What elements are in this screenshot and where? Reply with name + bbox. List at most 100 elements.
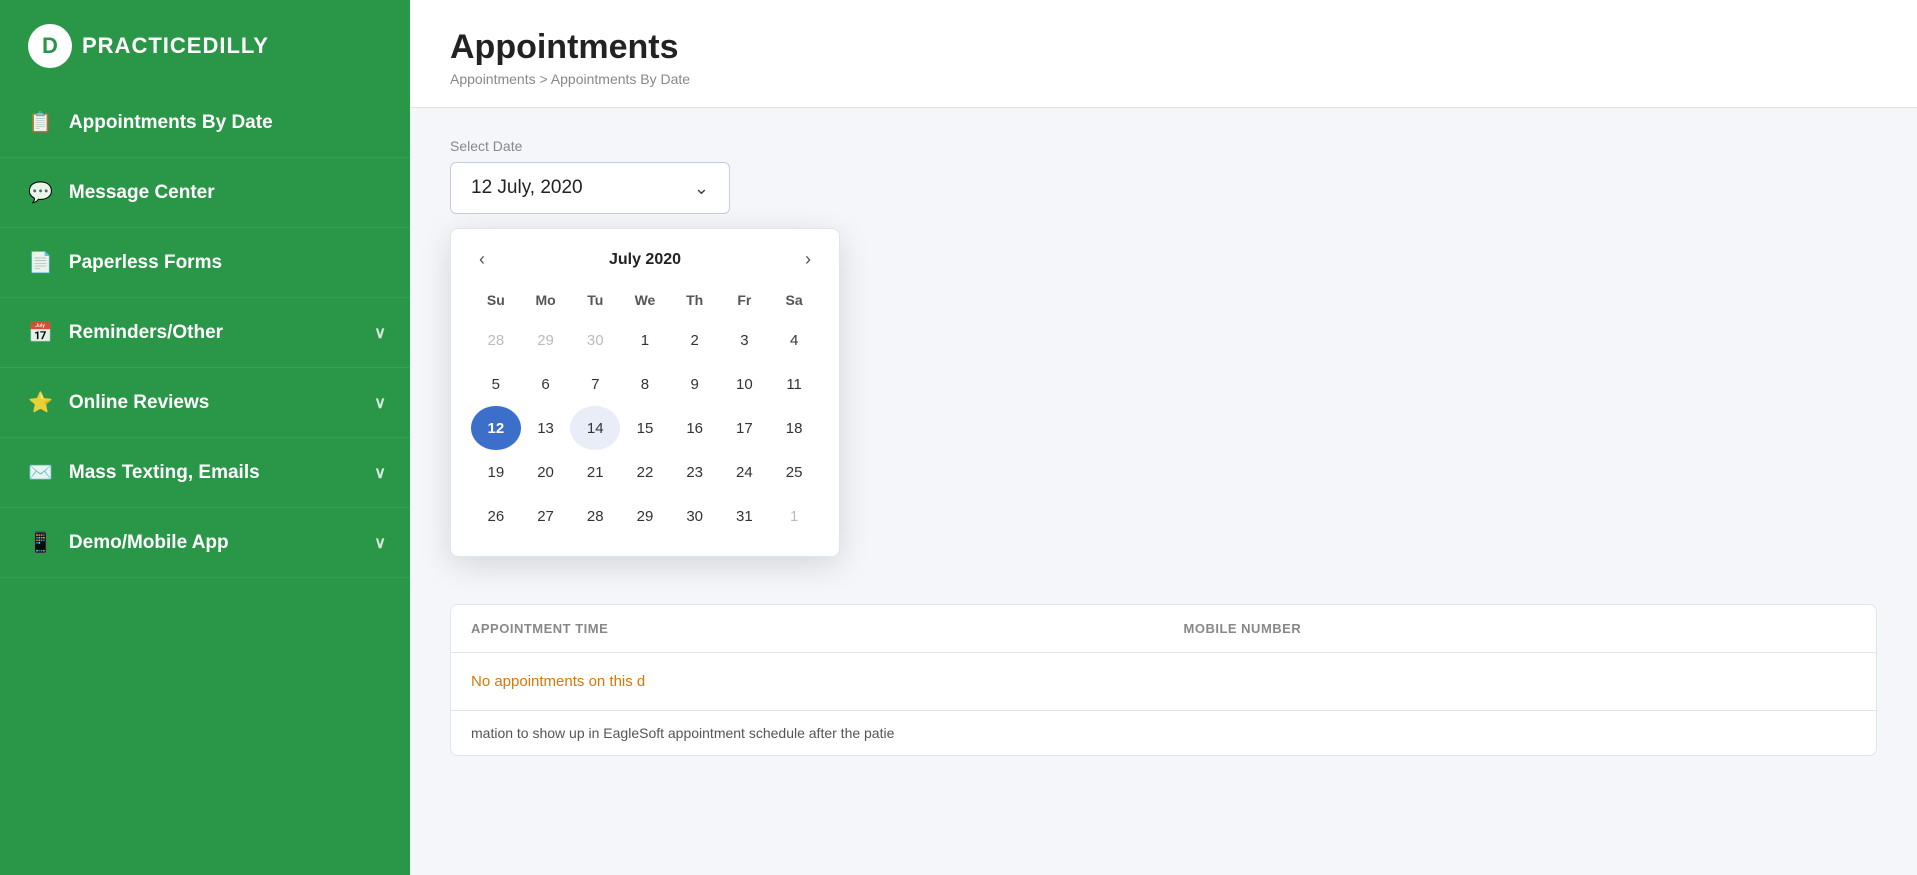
calendar-day[interactable]: 4 [769,318,819,362]
col-header-appointment-time: APPOINTMENT TIME [451,605,1164,652]
weekday-fr: Fr [720,286,770,318]
calendar-week-4: 2627282930311 [471,494,819,538]
mass-texting-emails-label: Mass Texting, Emails [69,462,260,484]
weekday-th: Th [670,286,720,318]
calendar-day[interactable]: 5 [471,362,521,406]
reminders-other-chevron-icon: ∨ [374,323,386,343]
main-header: Appointments Appointments > Appointments… [410,0,1917,108]
sidebar-nav: 📋 Appointments By Date 💬 Message Center 📄 Pap… [0,88,410,578]
sidebar-item-demo-mobile-app[interactable]: 📱Demo/Mobile App∨ [0,508,410,578]
calendar-day[interactable]: 2 [670,318,720,362]
calendar-day[interactable]: 27 [521,494,571,538]
mass-texting-emails-chevron-icon: ∨ [374,463,386,483]
calendar-day[interactable]: 16 [670,406,720,450]
calendar-day[interactable]: 26 [471,494,521,538]
weekday-su: Su [471,286,521,318]
online-reviews-icon: ⭐ [28,390,53,415]
weekday-mo: Mo [521,286,571,318]
calendar-week-1: 567891011 [471,362,819,406]
calendar-day[interactable]: 20 [521,450,571,494]
calendar-week-0: 2829301234 [471,318,819,362]
calendar-day[interactable]: 24 [720,450,770,494]
calendar-day[interactable]: 21 [570,450,620,494]
calendar-day[interactable]: 3 [720,318,770,362]
appointments-by-date-icon: 📋 [28,110,53,135]
online-reviews-chevron-icon: ∨ [374,393,386,413]
calendar-day[interactable]: 12 [471,406,521,450]
calendar-day[interactable]: 19 [471,450,521,494]
paperless-forms-label: Paperless Forms [69,252,222,274]
main-content-area: Appointments Appointments > Appointments… [410,0,1917,875]
calendar-day[interactable]: 11 [769,362,819,406]
sidebar-item-reminders-other[interactable]: 📅 Reminders/Other ∨ [0,298,410,368]
footer-note: mation to show up in EagleSoft appointme… [451,710,1876,755]
calendar-day[interactable]: 6 [521,362,571,406]
calendar-day[interactable]: 15 [620,406,670,450]
demo-mobile-app-icon: 📱 [28,530,53,555]
calendar-day[interactable]: 9 [670,362,720,406]
main-content: Select Date 12 July, 2020 ⌄ ‹ July 2020 … [410,108,1917,786]
calendar-prev-button[interactable]: ‹ [471,247,493,272]
sidebar-item-online-reviews[interactable]: ⭐ Online Reviews ∨ [0,368,410,438]
calendar-day[interactable]: 30 [670,494,720,538]
calendar-day[interactable]: 28 [570,494,620,538]
col-header-mobile-number: MOBILE NUMBER [1164,605,1877,652]
calendar-popup: ‹ July 2020 › SuMoTuWeThFrSa 28293012345… [450,228,840,557]
calendar-day[interactable]: 18 [769,406,819,450]
sidebar-item-appointments-by-date[interactable]: 📋 Appointments By Date [0,88,410,158]
calendar-day[interactable]: 14 [570,406,620,450]
sidebar-logo: D PRACTICEDILLY [0,0,410,88]
weekday-we: We [620,286,670,318]
message-center-icon: 💬 [28,180,53,205]
message-center-label: Message Center [69,182,215,204]
calendar-day[interactable]: 8 [620,362,670,406]
breadcrumb: Appointments > Appointments By Date [450,71,1877,87]
selected-date-text: 12 July, 2020 [471,177,583,199]
calendar-month-title: July 2020 [609,251,681,269]
paperless-forms-icon: 📄 [28,250,53,275]
page-title: Appointments [450,28,1877,67]
calendar-week-2: 12131415161718 [471,406,819,450]
chevron-down-icon: ⌄ [694,178,709,199]
reminders-other-label: Reminders/Other [69,322,223,344]
calendar-day[interactable]: 23 [670,450,720,494]
reminders-other-icon: 📅 [28,320,53,345]
calendar-day[interactable]: 25 [769,450,819,494]
calendar-day[interactable]: 29 [521,318,571,362]
weekday-tu: Tu [570,286,620,318]
calendar-day[interactable]: 13 [521,406,571,450]
calendar-day[interactable]: 17 [720,406,770,450]
calendar-day[interactable]: 22 [620,450,670,494]
calendar-next-button[interactable]: › [797,247,819,272]
breadcrumb-separator: > [540,71,551,87]
calendar-week-3: 19202122232425 [471,450,819,494]
sidebar-item-paperless-forms[interactable]: 📄 Paperless Forms [0,228,410,298]
calendar-grid: SuMoTuWeThFrSa 2829301234567891011121314… [471,286,819,538]
breadcrumb-part-1: Appointments [450,71,536,87]
online-reviews-label: Online Reviews [69,392,209,414]
weekday-sa: Sa [769,286,819,318]
calendar-day[interactable]: 28 [471,318,521,362]
calendar-day[interactable]: 31 [720,494,770,538]
sidebar-item-message-center[interactable]: 💬 Message Center [0,158,410,228]
date-selector[interactable]: 12 July, 2020 ⌄ [450,162,730,214]
calendar-day[interactable]: 1 [620,318,670,362]
calendar-day[interactable]: 1 [769,494,819,538]
appointments-by-date-label: Appointments By Date [69,112,273,134]
calendar-day[interactable]: 10 [720,362,770,406]
calendar-body: 2829301234567891011121314151617181920212… [471,318,819,538]
sidebar: D PRACTICEDILLY 📋 Appointments By Date 💬 Me… [0,0,410,875]
calendar-header: ‹ July 2020 › [471,247,819,272]
calendar-day[interactable]: 29 [620,494,670,538]
app-name: PRACTICEDILLY [82,33,269,59]
mass-texting-emails-icon: ✉️ [28,460,53,485]
no-appointments-message: No appointments on this d [451,653,1876,710]
calendar-day[interactable]: 30 [570,318,620,362]
table-header-row: APPOINTMENT TIME MOBILE NUMBER [451,605,1876,653]
appointments-table: APPOINTMENT TIME MOBILE NUMBER No appoin… [450,604,1877,756]
demo-mobile-app-chevron-icon: ∨ [374,533,386,553]
calendar-day[interactable]: 7 [570,362,620,406]
date-picker-label: Select Date [450,138,1877,154]
sidebar-item-mass-texting-emails[interactable]: ✉️ Mass Texting, Emails ∨ [0,438,410,508]
breadcrumb-part-2: Appointments By Date [551,71,690,87]
